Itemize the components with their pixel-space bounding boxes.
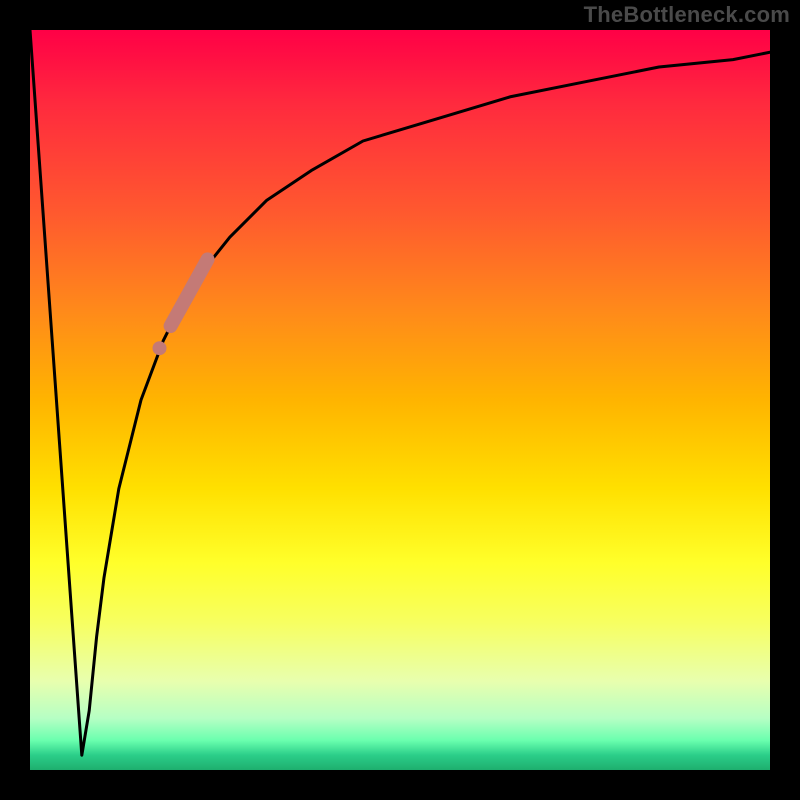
plot-area <box>30 30 770 770</box>
curve-marker-dot <box>153 341 167 355</box>
watermark-text: TheBottleneck.com <box>584 2 790 28</box>
curve-marker-segment <box>171 259 208 326</box>
bottleneck-curve <box>30 30 770 755</box>
curve-overlay <box>30 30 770 770</box>
chart-frame: TheBottleneck.com <box>0 0 800 800</box>
